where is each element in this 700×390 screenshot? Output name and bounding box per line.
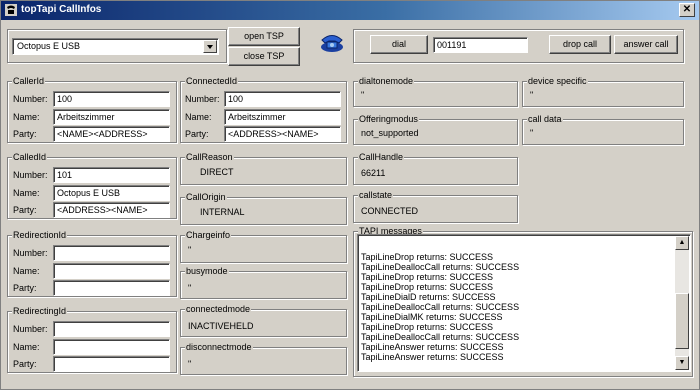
chevron-down-icon[interactable] bbox=[203, 40, 217, 53]
offeringmodus-value: not_supported bbox=[361, 128, 419, 138]
connectedid-party-label: Party: bbox=[185, 129, 209, 139]
calledid-number-field[interactable]: 101 bbox=[53, 167, 170, 183]
redirectingid-name-label: Name: bbox=[13, 342, 40, 352]
list-item: TapiLineDrop returns: SUCCESS bbox=[361, 272, 494, 282]
list-item: TapiLineAnswer returns: SUCCESS bbox=[361, 342, 504, 352]
dial-number-input[interactable]: 001191 bbox=[433, 37, 528, 53]
connectedid-number-label: Number: bbox=[185, 94, 220, 104]
busymode-title: busymode bbox=[185, 266, 229, 277]
scroll-down-icon[interactable]: ▼ bbox=[675, 356, 689, 370]
redirectingid-party-label: Party: bbox=[13, 359, 37, 369]
offeringmodus-title: Offeringmodus bbox=[358, 114, 419, 125]
busymode-group: busymode bbox=[180, 266, 347, 299]
vertical-scrollbar[interactable]: ▲ ▼ bbox=[675, 236, 689, 370]
callerid-party-label: Party: bbox=[13, 129, 37, 139]
connectedid-title: ConnectedId bbox=[185, 76, 239, 87]
redirectingid-title: RedirectingId bbox=[12, 306, 68, 317]
list-item: TapiLineDeallocCall returns: SUCCESS bbox=[361, 332, 520, 342]
window-title: topTapi CallInfos bbox=[21, 4, 102, 15]
calledid-name-label: Name: bbox=[13, 188, 40, 198]
redirectingid-name-field[interactable] bbox=[53, 339, 170, 355]
callerid-name-label: Name: bbox=[13, 112, 40, 122]
redirectionid-name-field[interactable] bbox=[53, 263, 170, 279]
chargeinfo-value: " bbox=[188, 245, 192, 255]
device-select[interactable]: Octopus E USB bbox=[12, 38, 219, 55]
redirectionid-number-label: Number: bbox=[13, 248, 48, 258]
connectedid-name-label: Name: bbox=[185, 112, 212, 122]
device-specific-title: device specific bbox=[527, 76, 588, 87]
connectedmode-title: connectedmode bbox=[185, 304, 252, 315]
calledid-party-label: Party: bbox=[13, 205, 37, 215]
device-select-value: Octopus E USB bbox=[17, 41, 81, 51]
call-data-group: call data bbox=[522, 114, 684, 145]
callhandle-value: 66211 bbox=[361, 168, 386, 178]
redirectingid-number-label: Number: bbox=[13, 324, 48, 334]
call-data-title: call data bbox=[527, 114, 563, 125]
open-tsp-button[interactable]: open TSP bbox=[228, 27, 300, 46]
redirectionid-party-label: Party: bbox=[13, 283, 37, 293]
callerid-number-label: Number: bbox=[13, 94, 48, 104]
phone-icon bbox=[5, 4, 17, 16]
list-item: TapiLineDialD returns: SUCCESS bbox=[361, 292, 496, 302]
main-window: topTapi CallInfos ✕ Octopus E USB open T… bbox=[0, 0, 700, 390]
close-icon: ✕ bbox=[682, 4, 692, 15]
connectedid-number-field[interactable]: 100 bbox=[224, 91, 341, 107]
redirectingid-party-field[interactable] bbox=[53, 356, 170, 372]
callhandle-title: CallHandle bbox=[358, 152, 405, 163]
answer-call-button[interactable]: answer call bbox=[614, 35, 678, 54]
callorigin-value: INTERNAL bbox=[200, 207, 245, 217]
callreason-value: DIRECT bbox=[200, 167, 234, 177]
connectedid-name-field[interactable]: Arbeitszimmer bbox=[224, 109, 341, 125]
connectedmode-value: INACTIVEHELD bbox=[188, 321, 254, 331]
redirectionid-title: RedirectionId bbox=[12, 230, 68, 241]
dialtonemode-value: " bbox=[361, 90, 365, 100]
list-item: TapiLineAnswer returns: SUCCESS bbox=[361, 352, 504, 362]
callstate-title: callstate bbox=[358, 190, 394, 201]
close-tsp-button[interactable]: close TSP bbox=[228, 47, 300, 66]
device-specific-group: device specific bbox=[522, 76, 684, 107]
redirectionid-party-field[interactable] bbox=[53, 280, 170, 296]
callorigin-title: CallOrigin bbox=[185, 192, 227, 203]
connectedid-party-field[interactable]: <ADDRESS><NAME> bbox=[224, 126, 341, 142]
list-item: TapiLineDrop returns: SUCCESS bbox=[361, 322, 494, 332]
disconnectmode-title: disconnectmode bbox=[185, 342, 253, 353]
list-item: TapiLineDrop returns: SUCCESS bbox=[361, 252, 494, 262]
callerid-name-field[interactable]: Arbeitszimmer bbox=[53, 109, 170, 125]
callerid-number-field[interactable]: 100 bbox=[53, 91, 170, 107]
dialtonemode-group: dialtonemode bbox=[353, 76, 518, 107]
list-item: TapiLineDeallocCall returns: SUCCESS bbox=[361, 302, 520, 312]
telephone-icon[interactable] bbox=[319, 31, 345, 53]
chargeinfo-group: Chargeinfo bbox=[180, 230, 347, 263]
redirectionid-name-label: Name: bbox=[13, 266, 40, 276]
title-bar[interactable]: topTapi CallInfos ✕ bbox=[1, 1, 699, 20]
device-specific-value: " bbox=[530, 90, 534, 100]
busymode-value: " bbox=[188, 283, 192, 293]
calledid-number-label: Number: bbox=[13, 170, 48, 180]
scrollbar-thumb[interactable] bbox=[675, 293, 689, 349]
list-item: TapiLineDrop returns: SUCCESS bbox=[361, 282, 494, 292]
list-item: TapiLineDialMK returns: SUCCESS bbox=[361, 312, 503, 322]
callstate-value: CONNECTED bbox=[361, 206, 419, 216]
callerid-title: CallerId bbox=[12, 76, 46, 87]
calledid-name-field[interactable]: Octopus E USB bbox=[53, 185, 170, 201]
callerid-party-field[interactable]: <NAME><ADDRESS> bbox=[53, 126, 170, 142]
tapi-messages-list[interactable]: TapiLineDrop returns: SUCCESS TapiLineDe… bbox=[357, 234, 691, 372]
dialtonemode-title: dialtonemode bbox=[358, 76, 415, 87]
chargeinfo-title: Chargeinfo bbox=[185, 230, 232, 241]
dial-button[interactable]: dial bbox=[370, 35, 428, 54]
redirectionid-number-field[interactable] bbox=[53, 245, 170, 261]
calledid-party-field[interactable]: <ADDRESS><NAME> bbox=[53, 202, 170, 218]
call-data-value: " bbox=[530, 128, 534, 138]
disconnectmode-value: " bbox=[188, 359, 192, 369]
drop-call-button[interactable]: drop call bbox=[549, 35, 611, 54]
list-item: TapiLineDeallocCall returns: SUCCESS bbox=[361, 262, 520, 272]
redirectingid-number-field[interactable] bbox=[53, 321, 170, 337]
scroll-up-icon[interactable]: ▲ bbox=[675, 236, 689, 250]
calledid-title: CalledId bbox=[12, 152, 48, 163]
callreason-title: CallReason bbox=[185, 152, 234, 163]
close-button[interactable]: ✕ bbox=[679, 3, 695, 17]
disconnectmode-group: disconnectmode bbox=[180, 342, 347, 375]
